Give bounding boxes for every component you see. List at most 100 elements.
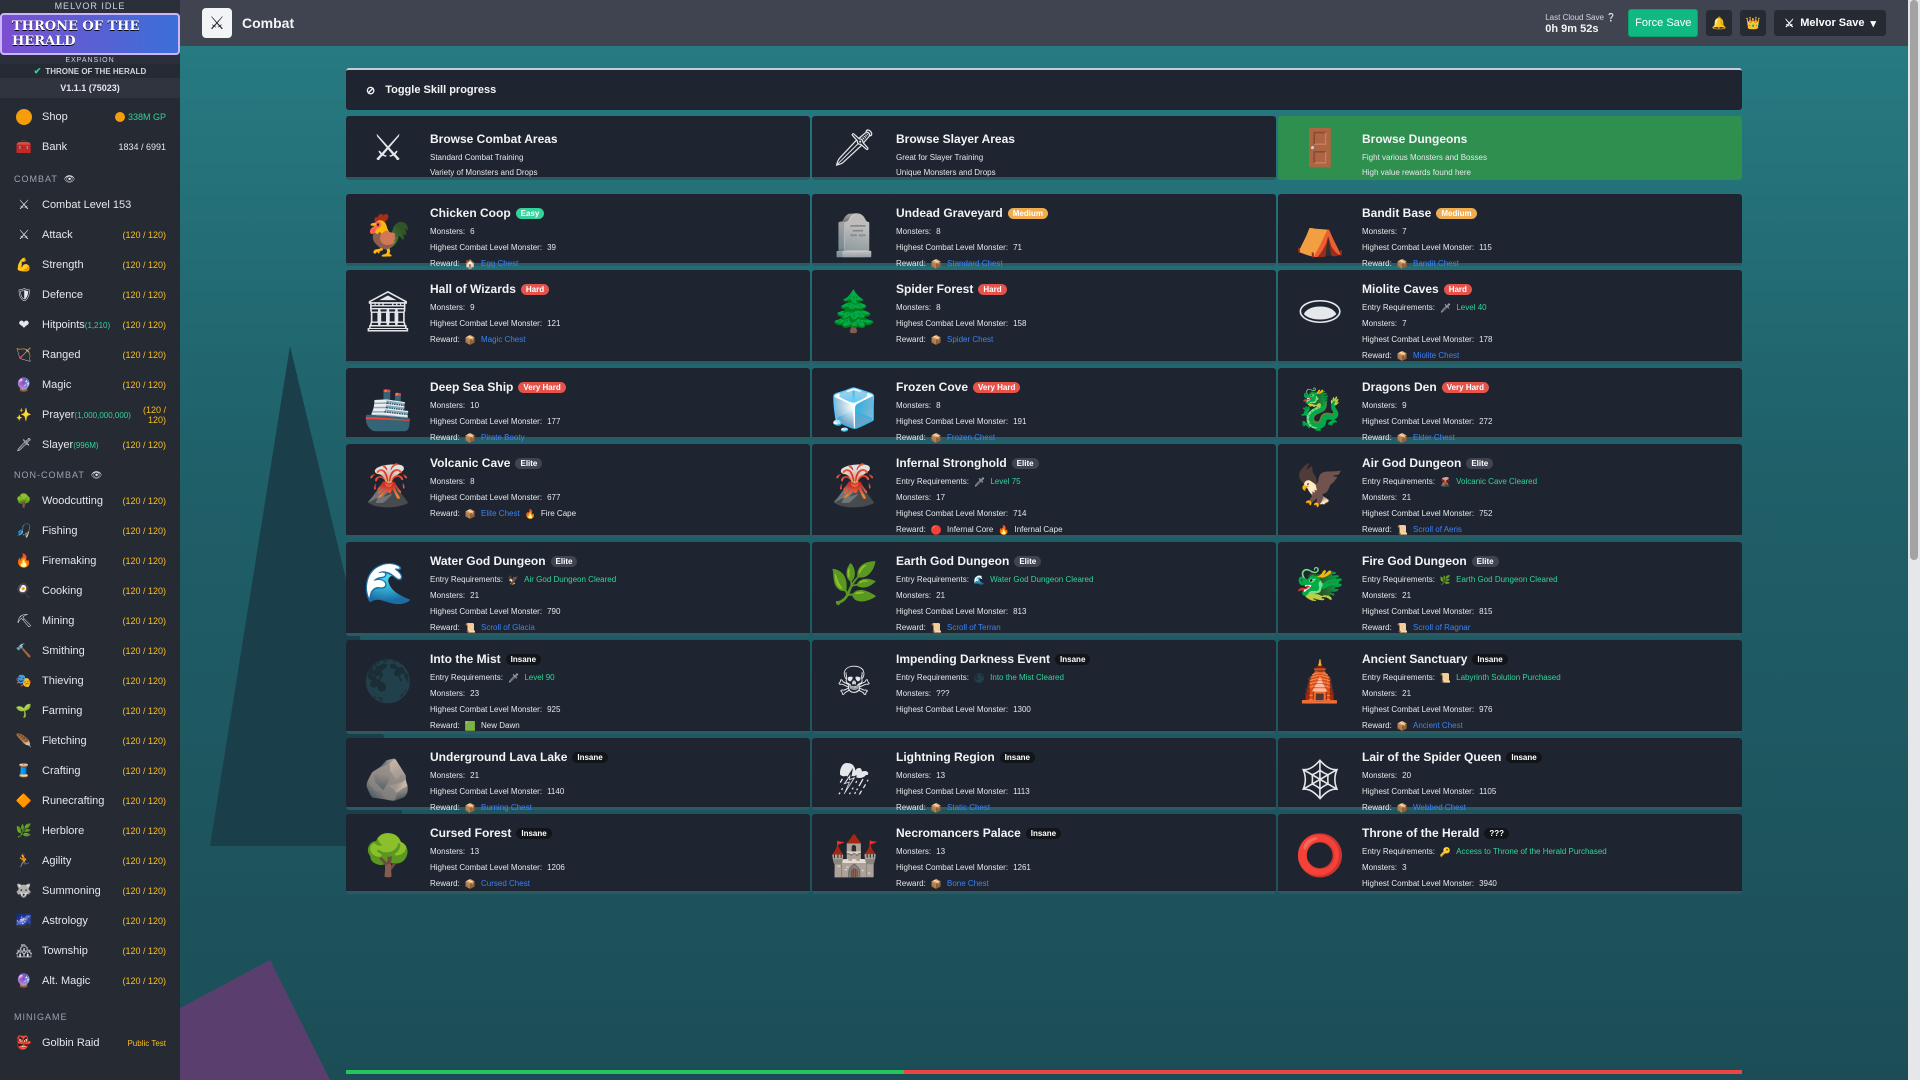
dungeon-icon: 🌋 [829,464,879,508]
sidebar-item-firemaking[interactable]: 🔥 Firemaking (120 / 120) [0,546,180,576]
sidebar-item-farming[interactable]: 🌱 Farming (120 / 120) [0,696,180,726]
dungeon-card[interactable]: ⛺ Bandit Base Medium Monsters: 7 Highest Co… [1278,194,1742,269]
dungeon-card[interactable]: 🦅 Air God Dungeon Elite Entry Requirements… [1278,444,1742,538]
sidebar-item-agility[interactable]: 🏃 Agility (120 / 120) [0,846,180,876]
dungeon-name: Earth God Dungeon [896,554,1010,568]
sidebar-item-magic[interactable]: 🔮 Magic (120 / 120) [0,370,180,400]
sidebar-item-slayer[interactable]: 🗡 Slayer(996M) (120 / 120) [0,430,180,460]
dungeon-name: Chicken Coop [430,206,511,220]
highest-level: Highest Combat Level Monster: 1300 [896,705,1031,714]
reward-line: Reward: 🔴 Infernal Core 🔥 Infernal Cape [896,522,1270,538]
sidebar-item-fishing[interactable]: 🎣 Fishing (120 / 120) [0,516,180,546]
sidebar-item-shop[interactable]: Shop 338M GP [0,102,180,132]
sidebar-item-hitpoints[interactable]: ❤ Hitpoints(1,210) (120 / 120) [0,310,180,340]
reward-item[interactable]: Miolite Chest [1413,348,1459,364]
dungeon-card[interactable]: 🕳 Miolite Caves Hard Entry Requirements: 🗡 L… [1278,270,1742,364]
sidebar-item-combat[interactable]: ⚔ Combat Level 153 [0,190,180,220]
sidebar-item-herblore[interactable]: 🌿 Herblore (120 / 120) [0,816,180,846]
force-save-button[interactable]: Force Save [1628,9,1699,37]
sidebar-item-crafting[interactable]: 🧵 Crafting (120 / 120) [0,756,180,786]
sidebar-item-strength[interactable]: 💪 Strength (120 / 120) [0,250,180,280]
scrollbar[interactable] [1908,0,1920,1080]
save-select-button[interactable]: ⚔ Melvor Save ▾ [1774,10,1886,36]
reward-item[interactable]: Ancient Chest [1413,718,1463,734]
requirement-icon: 🗡 [973,477,986,487]
event-icon[interactable]: 👑 [1740,10,1767,36]
dungeon-card[interactable]: 🪨 Underground Lava Lake Insane Monsters: 21… [346,738,810,813]
dungeon-card[interactable]: 🏰 Necromancers Palace Insane Monsters: 13 H… [812,814,1276,894]
reward-item: New Dawn [481,721,520,730]
dungeon-card[interactable]: 🐓 Chicken Coop Easy Monsters: 6 Highest Com… [346,194,810,269]
dungeon-card[interactable]: 🚢 Deep Sea Ship Very Hard Monsters: 10 High… [346,368,810,443]
dungeon-card[interactable]: 🌿 Earth God Dungeon Elite Entry Requiremen… [812,542,1276,636]
reward-icon: 📦 [464,509,477,519]
sidebar-item-cooking[interactable]: 🍳 Cooking (120 / 120) [0,576,180,606]
highest-level: Highest Combat Level Monster: 191 [896,417,1027,426]
reward-item[interactable]: Cursed Chest [481,876,530,892]
gp-count: 338M GP [114,112,166,122]
sidebar-item-prayer[interactable]: ✨ Prayer(1,000,000,000) (120 / 120) [0,400,180,430]
difficulty-badge: Insane [505,653,542,665]
sidebar-item-township[interactable]: 🏘 Township (120 / 120) [0,936,180,966]
sidebar-item-astrology[interactable]: 🌌 Astrology (120 / 120) [0,906,180,936]
highest-level: Highest Combat Level Monster: 677 [430,493,561,502]
dungeon-card[interactable]: 🧊 Frozen Cove Very Hard Monsters: 8 Highest… [812,368,1276,443]
sidebar-item-thieving[interactable]: 🎭 Thieving (120 / 120) [0,666,180,696]
notification-icon[interactable]: 🔔 [1706,10,1733,36]
reward-item[interactable]: Elite Chest [481,506,520,522]
coin-icon [14,107,34,127]
prayer-icon: ✨ [15,407,33,422]
highest-level: Highest Combat Level Monster: 1105 [1362,787,1497,796]
dungeon-card[interactable]: 🌋 Volcanic Cave Elite Monsters: 8 Highest C… [346,444,810,538]
reward-icon: 📦 [464,879,477,889]
highest-level: Highest Combat Level Monster: 158 [896,319,1027,328]
dungeon-card[interactable]: 🌑 Into the Mist Insane Entry Requirements:… [346,640,810,734]
reward-item[interactable]: Magic Chest [481,332,525,348]
requirement-icon: 🗡 [1439,303,1452,313]
sidebar-item-smithing[interactable]: 🔨 Smithing (120 / 120) [0,636,180,666]
reward-item[interactable]: Spider Chest [947,332,993,348]
difficulty-badge: Elite [1471,555,1499,567]
game-logo[interactable]: MELVOR IDLE THRONE OF THE HERALD EXPANSI… [0,0,180,64]
reward-item[interactable]: Scroll of Terran [947,620,1001,636]
category-card-browse-slayer-areas[interactable]: 🗡 Browse Slayer Areas Great for Slayer T… [812,116,1276,180]
toggle-skill-progress-button[interactable]: ⊘ Toggle Skill progress [346,68,1742,110]
entry-requirements: Entry Requirements: 🌿 Earth God Dungeon Cl… [1362,572,1736,588]
dungeon-card[interactable]: 🛕 Ancient Sanctuary Insane Entry Requireme… [1278,640,1742,734]
dungeon-card[interactable]: 🏛 Hall of Wizards Hard Monsters: 9 Highest … [346,270,810,364]
monster-count: Monsters: 8 [896,401,941,410]
dungeon-card[interactable]: 🌲 Spider Forest Hard Monsters: 8 Highest Co… [812,270,1276,364]
dungeon-card[interactable]: 🕸 Lair of the Spider Queen Insane Monsters… [1278,738,1742,813]
reward-item[interactable]: Bone Chest [947,876,989,892]
dungeon-name: Frozen Cove [896,380,969,394]
dungeon-card[interactable]: ⭕ Throne of the Herald??? Entry Requireme… [1278,814,1742,894]
sidebar-item-runecrafting[interactable]: 🔶 Runecrafting (120 / 120) [0,786,180,816]
dungeon-card[interactable]: 🌋 Infernal Stronghold Elite Entry Requirem… [812,444,1276,538]
golbin-icon: 👺 [15,1035,33,1050]
reward-item[interactable]: Scroll of Ragnar [1413,620,1470,636]
sidebar-item-mining[interactable]: ⛏ Mining (120 / 120) [0,606,180,636]
dungeon-card[interactable]: ⛈ Lightning Region Insane Monsters: 13 High… [812,738,1276,813]
reward-item[interactable]: Scroll of Glacia [481,620,535,636]
dungeon-card[interactable]: 🐲 Fire God Dungeon Elite Entry Requirement… [1278,542,1742,636]
sidebar-item-attack[interactable]: ⚔ Attack (120 / 120) [0,220,180,250]
sidebar-item-ranged[interactable]: 🏹 Ranged (120 / 120) [0,340,180,370]
category-card-browse-dungeons[interactable]: 🚪 Browse Dungeons Fight various Monsters… [1278,116,1742,180]
reward-icon: 📦 [464,335,477,345]
dungeon-card[interactable]: 🪦 Undead Graveyard Medium Monsters: 8 Highe… [812,194,1276,269]
requirement-icon: 🌿 [1439,575,1452,585]
sidebar-item-woodcutting[interactable]: 🌳 Woodcutting (120 / 120) [0,486,180,516]
dungeon-card[interactable]: 🐉 Dragons Den Very Hard Monsters: 9 Highest… [1278,368,1742,443]
sidebar-item-defence[interactable]: 🛡 Defence (120 / 120) [0,280,180,310]
dungeon-card[interactable]: 🌊 Water God Dungeon Elite Entry Requiremen… [346,542,810,636]
sidebar-item-bank[interactable]: 🧰 Bank 1834 / 6991 [0,132,180,162]
dungeon-card[interactable]: 🌳 Cursed Forest Insane Monsters: 13 Highest… [346,814,810,894]
scrollbar-thumb[interactable] [1910,0,1918,560]
dungeon-card[interactable]: ☠ Impending Darkness Event Insane Entry Re… [812,640,1276,734]
sidebar-item-summoning[interactable]: 🐺 Summoning (120 / 120) [0,876,180,906]
sidebar-item-alt-magic[interactable]: 🔮 Alt. Magic (120 / 120) [0,966,180,996]
reward-item[interactable]: Scroll of Aeris [1413,522,1462,538]
sidebar-item-fletching[interactable]: 🪶 Fletching (120 / 120) [0,726,180,756]
sidebar-item-golbin-raid[interactable]: 👺 Golbin Raid Public Test [0,1028,180,1058]
category-card-browse-combat-areas[interactable]: ⚔ Browse Combat Areas Standard Combat Tr… [346,116,810,180]
